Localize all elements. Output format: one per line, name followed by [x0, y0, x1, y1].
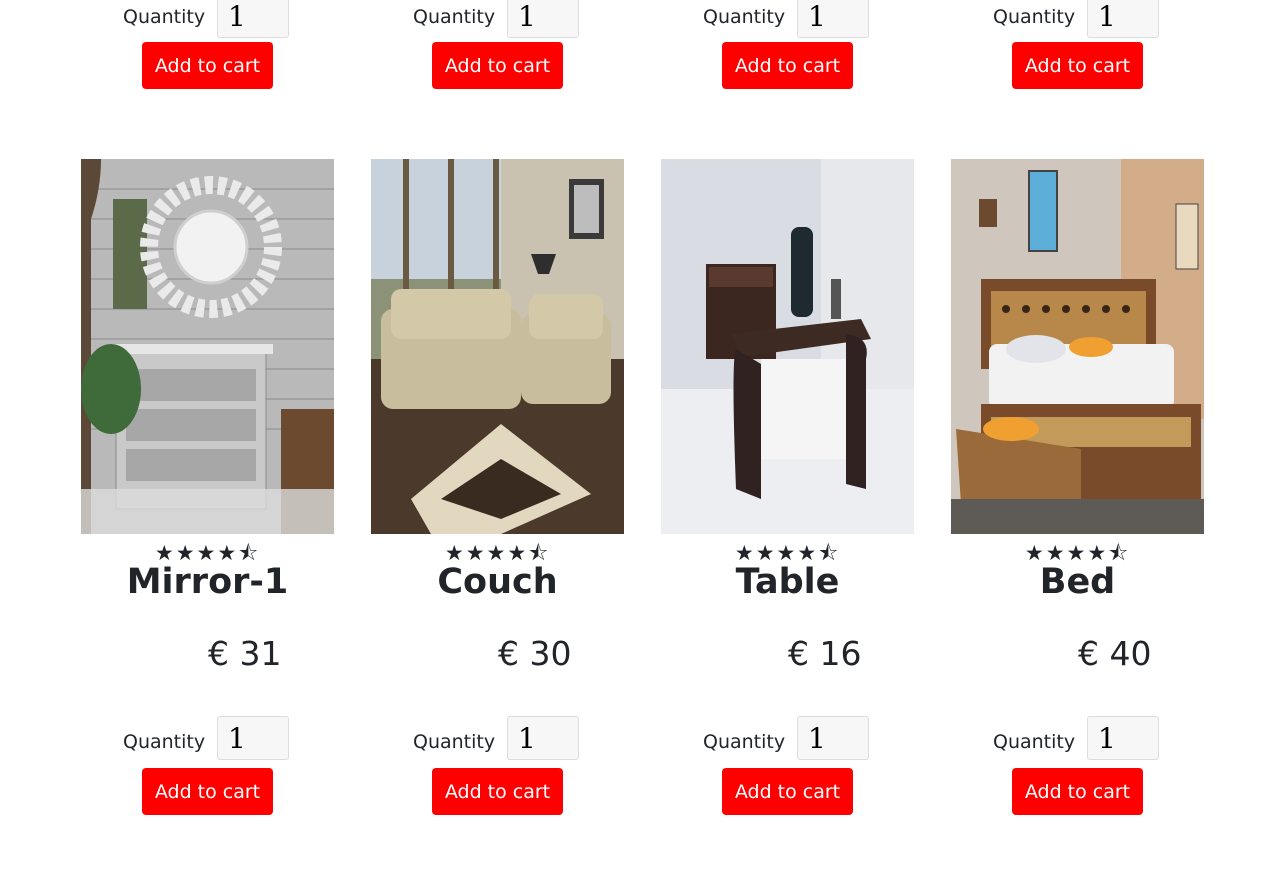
- couch-photo[interactable]: [371, 159, 624, 534]
- add-to-cart-button[interactable]: Add to cart: [1012, 768, 1143, 815]
- quantity-label: Quantity: [703, 6, 786, 28]
- product-price: € 30: [498, 634, 572, 673]
- add-to-cart-button[interactable]: Add to cart: [722, 768, 853, 815]
- quantity-row: Quantity: [81, 0, 334, 42]
- product-name: Table: [735, 562, 840, 602]
- add-to-cart-button[interactable]: Add to cart: [142, 42, 273, 89]
- quantity-input[interactable]: [217, 0, 289, 38]
- quantity-input[interactable]: [1087, 0, 1159, 38]
- quantity-input[interactable]: [1087, 716, 1159, 760]
- product-price: € 31: [208, 634, 282, 673]
- add-to-cart-button[interactable]: Add to cart: [722, 42, 853, 89]
- bed-photo[interactable]: [951, 159, 1204, 534]
- quantity-label: Quantity: [703, 731, 786, 753]
- quantity-label: Quantity: [993, 6, 1076, 28]
- quantity-row: Quantity: [371, 713, 624, 761]
- quantity-row: Quantity: [81, 713, 334, 761]
- quantity-row: Quantity: [661, 0, 914, 42]
- quantity-row: Quantity: [951, 713, 1204, 761]
- quantity-row: Quantity: [951, 0, 1204, 42]
- quantity-label: Quantity: [123, 731, 206, 753]
- add-to-cart-button[interactable]: Add to cart: [1012, 42, 1143, 89]
- previous-products-row: Quantity Add to cart Quantity Add to car…: [0, 0, 1261, 100]
- quantity-label: Quantity: [993, 731, 1076, 753]
- quantity-label: Quantity: [413, 731, 496, 753]
- quantity-input[interactable]: [217, 716, 289, 760]
- quantity-input[interactable]: [797, 716, 869, 760]
- add-to-cart-button[interactable]: Add to cart: [432, 42, 563, 89]
- quantity-row: Quantity: [661, 713, 914, 761]
- quantity-input[interactable]: [507, 0, 579, 38]
- quantity-row: Quantity: [371, 0, 624, 42]
- add-to-cart-button[interactable]: Add to cart: [432, 768, 563, 815]
- add-to-cart-button[interactable]: Add to cart: [142, 768, 273, 815]
- quantity-label: Quantity: [123, 6, 206, 28]
- product-name: Mirror-1: [126, 562, 289, 602]
- quantity-label: Quantity: [413, 6, 496, 28]
- office-table-photo[interactable]: [661, 159, 914, 534]
- quantity-input[interactable]: [797, 0, 869, 38]
- quantity-input[interactable]: [507, 716, 579, 760]
- product-price: € 40: [1078, 634, 1152, 673]
- product-price: € 16: [788, 634, 862, 673]
- product-name: Couch: [437, 562, 558, 602]
- mirror-photo[interactable]: [81, 159, 334, 534]
- product-name: Bed: [1039, 562, 1116, 602]
